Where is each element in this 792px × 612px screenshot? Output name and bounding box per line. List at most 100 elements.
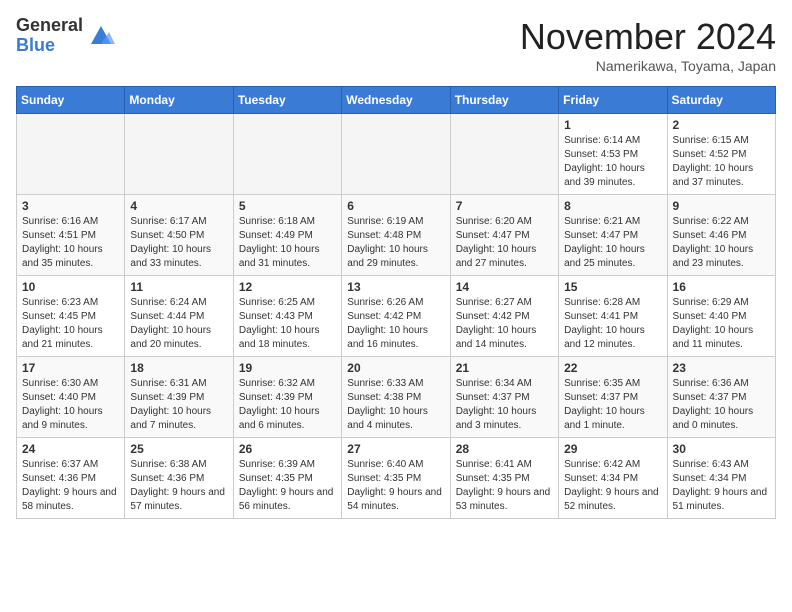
day-info: Sunrise: 6:18 AM Sunset: 4:49 PM Dayligh… (239, 215, 336, 271)
day-info: Sunrise: 6:39 AM Sunset: 4:35 PM Dayligh… (239, 458, 336, 514)
day-info: Sunrise: 6:34 AM Sunset: 4:37 PM Dayligh… (456, 377, 553, 433)
day-number: 17 (22, 361, 119, 375)
page-header: General Blue November 2024 Namerikawa, T… (16, 16, 776, 74)
calendar-cell: 17 Sunrise: 6:30 AM Sunset: 4:40 PM Dayli… (17, 357, 125, 438)
day-number: 14 (456, 280, 553, 294)
calendar-cell: 20 Sunrise: 6:33 AM Sunset: 4:38 PM Dayli… (342, 357, 450, 438)
day-number: 18 (130, 361, 227, 375)
calendar-cell: 4 Sunrise: 6:17 AM Sunset: 4:50 PM Daylig… (125, 195, 233, 276)
day-info: Sunrise: 6:37 AM Sunset: 4:36 PM Dayligh… (22, 458, 119, 514)
location-text: Namerikawa, Toyama, Japan (520, 58, 776, 74)
day-info: Sunrise: 6:30 AM Sunset: 4:40 PM Dayligh… (22, 377, 119, 433)
calendar-cell (233, 114, 341, 195)
day-number: 6 (347, 199, 444, 213)
day-info: Sunrise: 6:42 AM Sunset: 4:34 PM Dayligh… (564, 458, 661, 514)
calendar-body: 1 Sunrise: 6:14 AM Sunset: 4:53 PM Daylig… (17, 114, 776, 519)
day-number: 2 (673, 118, 770, 132)
logo: General Blue (16, 16, 115, 56)
day-info: Sunrise: 6:43 AM Sunset: 4:34 PM Dayligh… (673, 458, 770, 514)
day-info: Sunrise: 6:23 AM Sunset: 4:45 PM Dayligh… (22, 296, 119, 352)
calendar-cell: 19 Sunrise: 6:32 AM Sunset: 4:39 PM Dayli… (233, 357, 341, 438)
calendar-cell: 18 Sunrise: 6:31 AM Sunset: 4:39 PM Dayli… (125, 357, 233, 438)
day-number: 29 (564, 442, 661, 456)
day-info: Sunrise: 6:16 AM Sunset: 4:51 PM Dayligh… (22, 215, 119, 271)
day-number: 12 (239, 280, 336, 294)
day-number: 13 (347, 280, 444, 294)
week-row-2: 10 Sunrise: 6:23 AM Sunset: 4:45 PM Dayli… (17, 276, 776, 357)
calendar-cell: 16 Sunrise: 6:29 AM Sunset: 4:40 PM Dayli… (667, 276, 775, 357)
calendar-cell: 11Sunrise: 6:24 AM Sunset: 4:44 PM Dayli… (125, 276, 233, 357)
calendar-cell: 22Sunrise: 6:35 AM Sunset: 4:37 PM Dayli… (559, 357, 667, 438)
day-number: 25 (130, 442, 227, 456)
day-info: Sunrise: 6:22 AM Sunset: 4:46 PM Dayligh… (673, 215, 770, 271)
calendar-cell: 21 Sunrise: 6:34 AM Sunset: 4:37 PM Dayli… (450, 357, 558, 438)
header-wednesday: Wednesday (342, 87, 450, 114)
day-info: Sunrise: 6:24 AM Sunset: 4:44 PM Dayligh… (130, 296, 227, 352)
header-row: SundayMondayTuesdayWednesdayThursdayFrid… (17, 87, 776, 114)
calendar-cell: 27 Sunrise: 6:40 AM Sunset: 4:35 PM Dayli… (342, 438, 450, 519)
day-info: Sunrise: 6:21 AM Sunset: 4:47 PM Dayligh… (564, 215, 661, 271)
day-number: 15 (564, 280, 661, 294)
day-info: Sunrise: 6:19 AM Sunset: 4:48 PM Dayligh… (347, 215, 444, 271)
day-number: 16 (673, 280, 770, 294)
calendar-cell: 5 Sunrise: 6:18 AM Sunset: 4:49 PM Daylig… (233, 195, 341, 276)
header-tuesday: Tuesday (233, 87, 341, 114)
calendar-cell: 30Sunrise: 6:43 AM Sunset: 4:34 PM Dayli… (667, 438, 775, 519)
day-number: 10 (22, 280, 119, 294)
day-info: Sunrise: 6:31 AM Sunset: 4:39 PM Dayligh… (130, 377, 227, 433)
day-number: 26 (239, 442, 336, 456)
calendar-cell: 3 Sunrise: 6:16 AM Sunset: 4:51 PM Daylig… (17, 195, 125, 276)
header-thursday: Thursday (450, 87, 558, 114)
calendar-cell: 7 Sunrise: 6:20 AM Sunset: 4:47 PM Daylig… (450, 195, 558, 276)
week-row-1: 3 Sunrise: 6:16 AM Sunset: 4:51 PM Daylig… (17, 195, 776, 276)
day-info: Sunrise: 6:26 AM Sunset: 4:42 PM Dayligh… (347, 296, 444, 352)
day-number: 1 (564, 118, 661, 132)
calendar-cell: 29 Sunrise: 6:42 AM Sunset: 4:34 PM Dayli… (559, 438, 667, 519)
calendar-cell: 9Sunrise: 6:22 AM Sunset: 4:46 PM Daylig… (667, 195, 775, 276)
calendar-cell: 10 Sunrise: 6:23 AM Sunset: 4:45 PM Dayli… (17, 276, 125, 357)
calendar-cell: 13 Sunrise: 6:26 AM Sunset: 4:42 PM Dayli… (342, 276, 450, 357)
calendar-cell: 25 Sunrise: 6:38 AM Sunset: 4:36 PM Dayli… (125, 438, 233, 519)
day-number: 23 (673, 361, 770, 375)
day-number: 4 (130, 199, 227, 213)
day-info: Sunrise: 6:17 AM Sunset: 4:50 PM Dayligh… (130, 215, 227, 271)
day-info: Sunrise: 6:32 AM Sunset: 4:39 PM Dayligh… (239, 377, 336, 433)
title-block: November 2024 Namerikawa, Toyama, Japan (520, 16, 776, 74)
day-number: 28 (456, 442, 553, 456)
day-info: Sunrise: 6:38 AM Sunset: 4:36 PM Dayligh… (130, 458, 227, 514)
day-number: 21 (456, 361, 553, 375)
day-number: 7 (456, 199, 553, 213)
day-number: 20 (347, 361, 444, 375)
day-info: Sunrise: 6:15 AM Sunset: 4:52 PM Dayligh… (673, 134, 770, 190)
logo-general-text: General (16, 16, 83, 36)
day-info: Sunrise: 6:25 AM Sunset: 4:43 PM Dayligh… (239, 296, 336, 352)
day-info: Sunrise: 6:14 AM Sunset: 4:53 PM Dayligh… (564, 134, 661, 190)
calendar-cell: 23 Sunrise: 6:36 AM Sunset: 4:37 PM Dayli… (667, 357, 775, 438)
day-number: 3 (22, 199, 119, 213)
calendar-cell: 8 Sunrise: 6:21 AM Sunset: 4:47 PM Daylig… (559, 195, 667, 276)
day-info: Sunrise: 6:28 AM Sunset: 4:41 PM Dayligh… (564, 296, 661, 352)
calendar-cell (17, 114, 125, 195)
week-row-4: 24 Sunrise: 6:37 AM Sunset: 4:36 PM Dayli… (17, 438, 776, 519)
day-number: 8 (564, 199, 661, 213)
calendar-table: SundayMondayTuesdayWednesdayThursdayFrid… (16, 86, 776, 519)
calendar-cell: 12 Sunrise: 6:25 AM Sunset: 4:43 PM Dayli… (233, 276, 341, 357)
header-monday: Monday (125, 87, 233, 114)
day-number: 24 (22, 442, 119, 456)
header-sunday: Sunday (17, 87, 125, 114)
calendar-cell: 24 Sunrise: 6:37 AM Sunset: 4:36 PM Dayli… (17, 438, 125, 519)
day-number: 5 (239, 199, 336, 213)
day-info: Sunrise: 6:33 AM Sunset: 4:38 PM Dayligh… (347, 377, 444, 433)
calendar-cell: 15 Sunrise: 6:28 AM Sunset: 4:41 PM Dayli… (559, 276, 667, 357)
day-info: Sunrise: 6:20 AM Sunset: 4:47 PM Dayligh… (456, 215, 553, 271)
day-number: 19 (239, 361, 336, 375)
calendar-cell (342, 114, 450, 195)
header-friday: Friday (559, 87, 667, 114)
week-row-0: 1 Sunrise: 6:14 AM Sunset: 4:53 PM Daylig… (17, 114, 776, 195)
day-info: Sunrise: 6:29 AM Sunset: 4:40 PM Dayligh… (673, 296, 770, 352)
day-info: Sunrise: 6:40 AM Sunset: 4:35 PM Dayligh… (347, 458, 444, 514)
day-number: 27 (347, 442, 444, 456)
day-info: Sunrise: 6:35 AM Sunset: 4:37 PM Dayligh… (564, 377, 661, 433)
day-info: Sunrise: 6:36 AM Sunset: 4:37 PM Dayligh… (673, 377, 770, 433)
header-saturday: Saturday (667, 87, 775, 114)
